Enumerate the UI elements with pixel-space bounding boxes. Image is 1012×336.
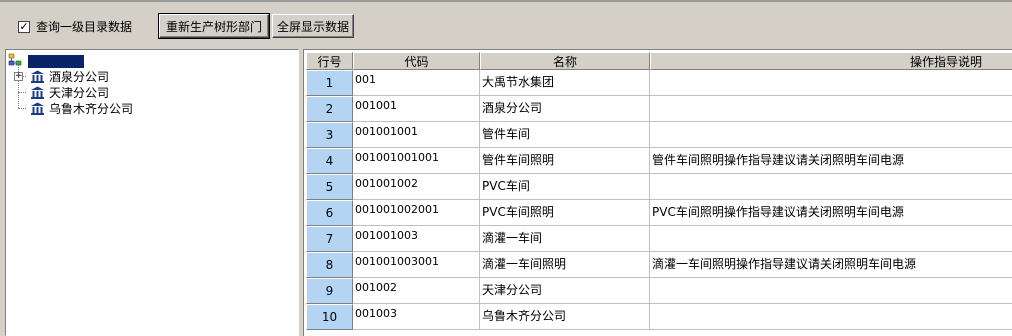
table-row[interactable]: 6 001001002001 PVC车间照明 PVC车间照明操作指导建议请关闭照… <box>304 200 1012 226</box>
tree-connector <box>18 92 26 93</box>
row-number[interactable]: 10 <box>306 304 353 330</box>
checkbox-label: 查询一级目录数据 <box>36 20 133 34</box>
row-number[interactable]: 2 <box>306 96 353 122</box>
description-cell[interactable] <box>650 226 1012 252</box>
code-cell[interactable]: 001 <box>353 70 480 96</box>
tree-root-icon <box>8 53 24 70</box>
table-row[interactable]: 7 001001003 滴灌一车间 <box>304 226 1012 252</box>
row-number[interactable]: 9 <box>306 278 353 304</box>
description-cell[interactable] <box>650 70 1012 96</box>
tree-node-label: 天津分公司 <box>49 85 110 100</box>
toolbar: ✓ 查询一级目录数据 重新生产树形部门 全屏显示数据 <box>0 0 1012 44</box>
department-tree[interactable]: + 酒泉分公司 天津分公司 乌鲁木齐分公司 <box>5 49 299 336</box>
table-row[interactable]: 2 001001 酒泉分公司 <box>304 96 1012 122</box>
table-row[interactable]: 3 001001001 管件车间 <box>304 122 1012 148</box>
data-grid[interactable]: 行号 代码 名称 操作指导说明 1 001 大禹节水集团 2 001001 酒泉… <box>303 49 1012 336</box>
tree-node[interactable]: 乌鲁木齐分公司 <box>30 100 133 116</box>
row-number[interactable]: 1 <box>306 70 353 96</box>
description-cell[interactable] <box>650 122 1012 148</box>
code-cell[interactable]: 001001001001 <box>353 148 480 174</box>
code-cell[interactable]: 001001003001 <box>353 252 480 278</box>
name-cell[interactable]: 乌鲁木齐分公司 <box>480 304 650 330</box>
tree-connector <box>18 108 26 109</box>
row-number[interactable]: 6 <box>306 200 353 226</box>
name-cell[interactable]: 天津分公司 <box>480 278 650 304</box>
tree-node-label: 酒泉分公司 <box>49 69 110 84</box>
description-cell[interactable]: 滴灌一车间照明操作指导建议请关闭照明车间电源 <box>650 252 1012 278</box>
fullscreen-button[interactable]: 全屏显示数据 <box>272 14 354 38</box>
column-header-code[interactable]: 代码 <box>353 52 480 70</box>
description-cell[interactable] <box>650 96 1012 122</box>
name-cell[interactable]: 管件车间照明 <box>480 148 650 174</box>
row-number[interactable]: 8 <box>306 252 353 278</box>
name-cell[interactable]: PVC车间照明 <box>480 200 650 226</box>
code-cell[interactable]: 001001002001 <box>353 200 480 226</box>
description-cell[interactable]: PVC车间照明操作指导建议请关闭照明车间电源 <box>650 200 1012 226</box>
code-cell[interactable]: 001002 <box>353 278 480 304</box>
tree-node[interactable]: 酒泉分公司 <box>30 68 109 84</box>
tree-root-label-selected[interactable] <box>28 54 84 68</box>
table-row[interactable]: 9 001002 天津分公司 <box>304 278 1012 304</box>
code-cell[interactable]: 001001 <box>353 96 480 122</box>
column-header-row-number[interactable]: 行号 <box>306 52 353 70</box>
name-cell[interactable]: 滴灌一车间 <box>480 226 650 252</box>
row-number[interactable]: 7 <box>306 226 353 252</box>
description-cell[interactable]: 管件车间照明操作指导建议请关闭照明车间电源 <box>650 148 1012 174</box>
code-cell[interactable]: 001001002 <box>353 174 480 200</box>
code-cell[interactable]: 001001001 <box>353 122 480 148</box>
column-header-name[interactable]: 名称 <box>480 52 650 70</box>
table-row[interactable]: 10 001003 乌鲁木齐分公司 <box>304 304 1012 330</box>
tree-expand-button[interactable]: + <box>14 72 23 81</box>
building-icon <box>30 102 45 115</box>
name-cell[interactable]: 酒泉分公司 <box>480 96 650 122</box>
row-number[interactable]: 5 <box>306 174 353 200</box>
code-cell[interactable]: 001001003 <box>353 226 480 252</box>
row-number[interactable]: 3 <box>306 122 353 148</box>
building-icon <box>30 70 45 83</box>
name-cell[interactable]: 大禹节水集团 <box>480 70 650 96</box>
regenerate-tree-button[interactable]: 重新生产树形部门 <box>158 13 270 39</box>
tree-node-label: 乌鲁木齐分公司 <box>49 101 134 116</box>
checkbox-box[interactable]: ✓ <box>18 20 30 33</box>
table-row[interactable]: 8 001001003001 滴灌一车间照明 滴灌一车间照明操作指导建议请关闭照… <box>304 252 1012 278</box>
column-header-description[interactable]: 操作指导说明 <box>650 52 1012 70</box>
table-row[interactable]: 4 001001001001 管件车间照明 管件车间照明操作指导建议请关闭照明车… <box>304 148 1012 174</box>
name-cell[interactable]: 管件车间 <box>480 122 650 148</box>
name-cell[interactable]: 滴灌一车间照明 <box>480 252 650 278</box>
table-row[interactable]: 1 001 大禹节水集团 <box>304 70 1012 96</box>
tree-node[interactable]: 天津分公司 <box>30 84 109 100</box>
description-cell[interactable] <box>650 278 1012 304</box>
description-cell[interactable] <box>650 304 1012 330</box>
row-number[interactable]: 4 <box>306 148 353 174</box>
description-cell[interactable] <box>650 174 1012 200</box>
code-cell[interactable]: 001003 <box>353 304 480 330</box>
name-cell[interactable]: PVC车间 <box>480 174 650 200</box>
query-first-level-checkbox[interactable]: ✓ 查询一级目录数据 <box>18 18 132 35</box>
building-icon <box>30 86 45 99</box>
table-row[interactable]: 5 001001002 PVC车间 <box>304 174 1012 200</box>
